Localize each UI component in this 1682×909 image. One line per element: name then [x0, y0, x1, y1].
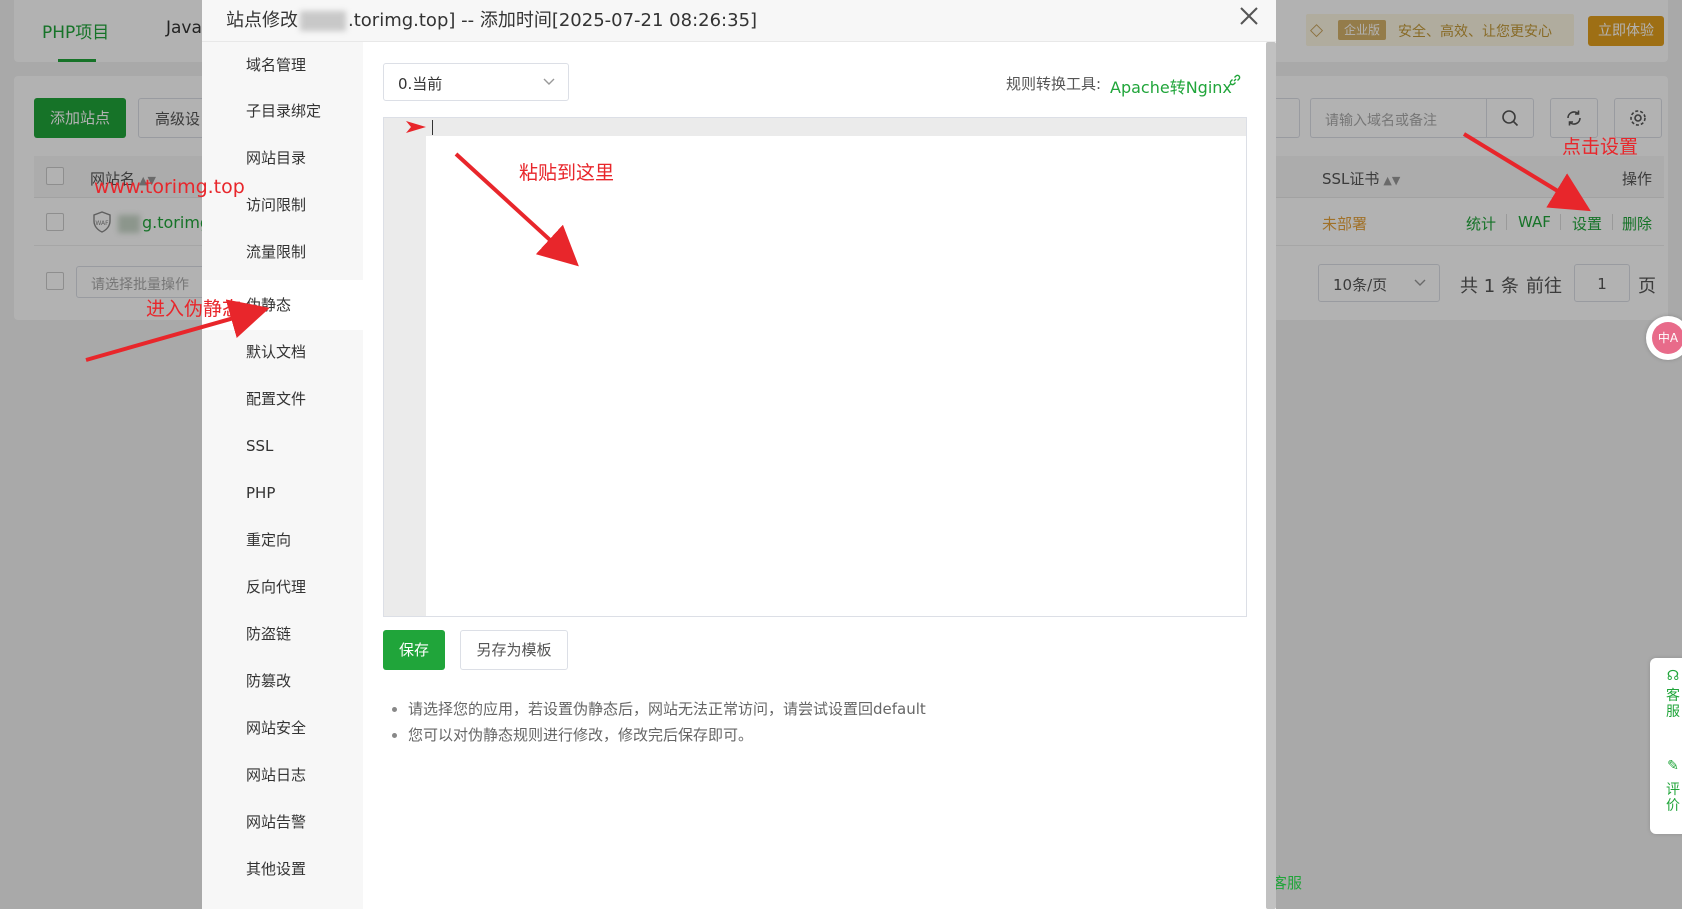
rewrite-template-select[interactable]: 0.当前	[383, 63, 569, 101]
bottom-service-link[interactable]: 客服	[1272, 872, 1302, 893]
nav-domain-management[interactable]: 域名管理	[202, 42, 363, 88]
nav-reverse-proxy[interactable]: 反向代理	[202, 564, 363, 610]
nav-tamper-protection[interactable]: 防篡改	[202, 658, 363, 704]
converter-label: 规则转换工具:	[1006, 75, 1102, 93]
nav-site-alerts[interactable]: 网站告警	[202, 799, 363, 845]
enter-rewrite-annotation: 进入伪静态	[146, 298, 242, 320]
rewrite-rule-editor[interactable]	[383, 117, 1247, 617]
nav-site-security[interactable]: 网站安全	[202, 705, 363, 751]
nav-config-file[interactable]: 配置文件	[202, 376, 363, 422]
nav-default-document[interactable]: 默认文档	[202, 329, 363, 375]
click-settings-annotation: 点击设置	[1562, 136, 1639, 158]
chevron-down-icon	[543, 78, 555, 85]
service-button[interactable]: 客服	[1664, 688, 1682, 720]
nav-subdirectory-binding[interactable]: 子目录绑定	[202, 88, 363, 134]
nav-other-settings[interactable]: 其他设置	[202, 846, 363, 892]
dialog-header: 站点修改 .torimg.top] -- 添加时间[2025-07-21 08:2…	[202, 0, 1276, 42]
site-modify-dialog: 站点修改 .torimg.top] -- 添加时间[2025-07-21 08:2…	[202, 0, 1276, 909]
nav-redirect[interactable]: 重定向	[202, 517, 363, 563]
dialog-title: 站点修改 .torimg.top] -- 添加时间[2025-07-21 08:2…	[226, 10, 758, 31]
nav-hotlink-protection[interactable]: 防盗链	[202, 611, 363, 657]
editor-active-line	[426, 118, 1246, 136]
list-item: 请选择您的应用，若设置伪静态后，网站无法正常访问，请尝试设置回default	[390, 696, 926, 722]
scrollbar[interactable]	[1266, 42, 1276, 909]
redacted-text	[300, 11, 346, 31]
review-button[interactable]: 评价	[1664, 782, 1682, 814]
nav-ssl[interactable]: SSL	[202, 423, 363, 469]
selected-template: 0.当前	[398, 75, 443, 93]
editor-gutter	[384, 118, 426, 616]
translate-button[interactable]: 中A	[1646, 316, 1682, 360]
list-item: 您可以对伪静态规则进行修改，修改完后保存即可。	[390, 722, 926, 748]
annotation-arrow-icon	[406, 121, 426, 133]
translate-icon: 中A	[1652, 322, 1682, 354]
nav-site-directory[interactable]: 网站目录	[202, 135, 363, 181]
side-service-panel: ☊ 客服 ✎ 评价	[1650, 658, 1682, 834]
save-as-template-button[interactable]: 另存为模板	[460, 630, 568, 670]
link-icon[interactable]	[1228, 73, 1242, 87]
text-cursor	[432, 120, 433, 135]
edit-icon: ✎	[1667, 758, 1679, 774]
save-button[interactable]: 保存	[383, 630, 445, 670]
headset-icon: ☊	[1666, 668, 1680, 684]
tips-list: 请选择您的应用，若设置伪静态后，网站无法正常访问，请尝试设置回default 您…	[390, 696, 926, 748]
nav-traffic-limit[interactable]: 流量限制	[202, 229, 363, 275]
paste-here-annotation: 粘贴到这里	[519, 162, 615, 184]
nav-php[interactable]: PHP	[202, 470, 363, 516]
nav-site-logs[interactable]: 网站日志	[202, 752, 363, 798]
dialog-sidebar: 域名管理 子目录绑定 网站目录 访问限制 流量限制 伪静态 默认文档 配置文件 …	[202, 42, 363, 909]
apache-to-nginx-link[interactable]: Apache转Nginx	[1110, 74, 1232, 98]
close-icon[interactable]	[1236, 3, 1262, 29]
domain-annotation: www.torimg.top	[94, 176, 245, 198]
